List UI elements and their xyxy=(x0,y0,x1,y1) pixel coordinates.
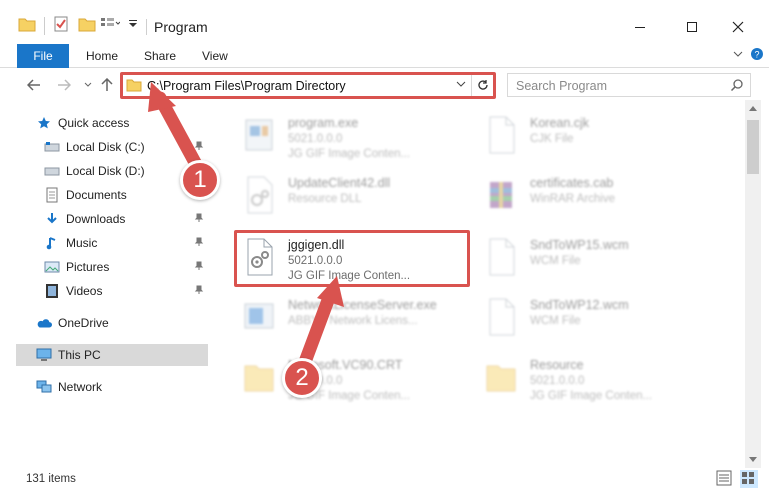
step-badge-1: 1 xyxy=(180,160,220,200)
step-badge-2: 2 xyxy=(282,358,322,398)
annotation-arrows xyxy=(148,82,344,377)
